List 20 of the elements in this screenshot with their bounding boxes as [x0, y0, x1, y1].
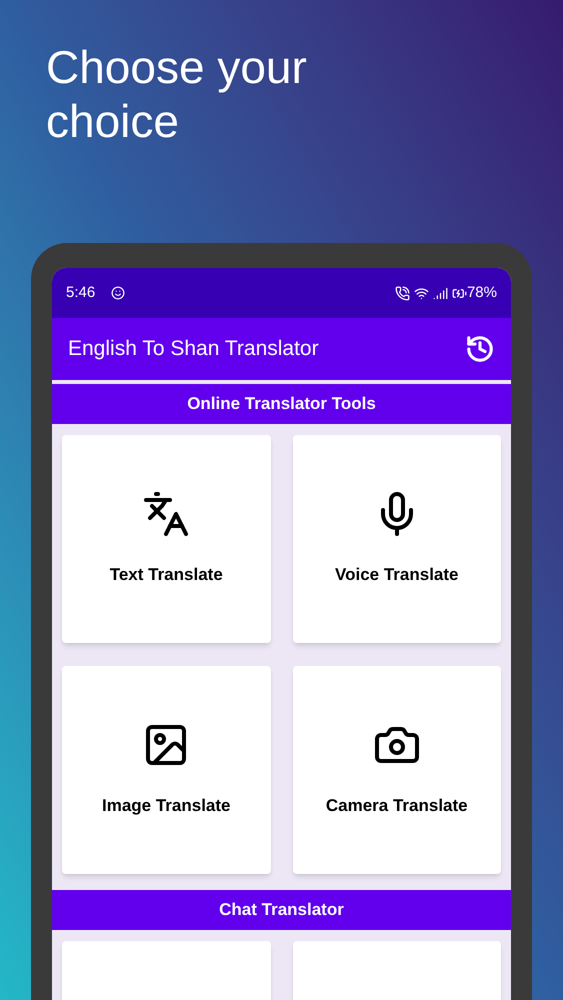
call-icon — [394, 286, 410, 300]
tool-card[interactable]: Voice Translate — [292, 435, 501, 643]
tool-label: Voice Translate — [335, 564, 458, 586]
status-time: 5:46 — [66, 282, 96, 303]
tool-label: Text Translate — [110, 564, 223, 586]
history-icon[interactable] — [465, 334, 495, 364]
text-translate-icon — [142, 490, 190, 538]
tool-card[interactable]: Camera Translate — [292, 666, 501, 874]
tool-card[interactable]: Image Translate — [62, 666, 270, 874]
tool-label: Camera Translate — [326, 795, 468, 818]
wifi-icon — [414, 286, 429, 300]
battery-percent: 78% — [466, 282, 497, 303]
tool-card[interactable]: Text Translate — [62, 435, 270, 643]
section-title: Online Translator Tools — [187, 393, 376, 416]
tool-label: Image Translate — [102, 795, 230, 818]
signal-icon — [432, 286, 448, 300]
app-title: English To Shan Translator — [68, 336, 320, 362]
section-title: Chat Translator — [219, 899, 344, 922]
headline: Choose your choice — [46, 40, 308, 148]
face-icon — [111, 286, 126, 300]
